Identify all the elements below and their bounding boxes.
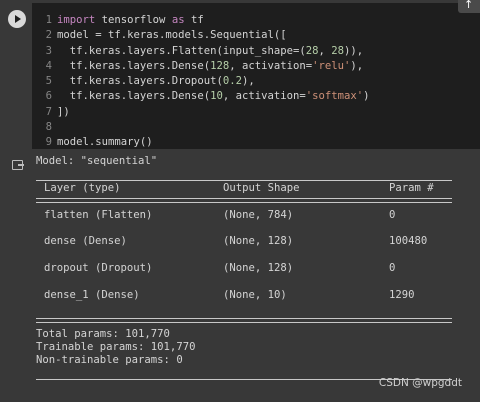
keyword: as xyxy=(171,14,185,26)
watermark: CSDN @wpgddt xyxy=(378,377,462,389)
double-divider xyxy=(36,198,452,203)
line-number: 9 xyxy=(45,136,52,149)
number-literal: 28 xyxy=(305,44,319,57)
play-icon xyxy=(15,15,21,23)
code-line-6: 6 tf.keras.layers.Dense(10, activation='… xyxy=(32,89,370,104)
code-line-5: 5 tf.keras.layers.Dropout(0.2), xyxy=(32,74,370,89)
number-literal: 10 xyxy=(210,90,223,103)
line-number: 5 xyxy=(45,75,52,88)
line-number: 1 xyxy=(45,14,52,26)
row-shape: (None, 784) xyxy=(223,209,294,221)
code-editor[interactable]: 1 import tensorflow as tf 2 model = tf.ker… xyxy=(32,3,480,149)
row-param: 100480 xyxy=(389,235,428,247)
header-shape: Output Shape xyxy=(223,182,300,194)
number-literal: 128 xyxy=(210,59,230,72)
line-number: 2 xyxy=(45,29,52,42)
total-params: Total params: 101,770 xyxy=(36,328,170,340)
code-text: tf.keras.layers.Flatten(input_shape=( xyxy=(57,44,306,57)
code-line-2: 2 model = tf.keras.models.Sequential([ xyxy=(32,28,370,43)
row-layer: dropout (Dropout) xyxy=(44,262,153,274)
line-number: 3 xyxy=(45,44,52,57)
row-param: 0 xyxy=(389,262,396,274)
code-text: model.summary() xyxy=(57,136,153,149)
code-text: tf.keras.layers.Dense( xyxy=(57,59,211,72)
run-cell-button[interactable] xyxy=(8,10,26,28)
output-toggle-icon[interactable] xyxy=(12,160,24,170)
row-shape: (None, 10) xyxy=(223,289,287,301)
code-text: , xyxy=(318,44,332,57)
code-text: tf.keras.layers.Dropout( xyxy=(57,75,223,88)
code-text: ]) xyxy=(57,105,70,118)
row-param: 1290 xyxy=(389,289,415,301)
code-text: ), xyxy=(241,75,255,88)
code-text: , activation= xyxy=(222,90,306,103)
model-name-line: Model: "sequential" xyxy=(36,155,158,167)
code-cell[interactable]: 1 import tensorflow as tf 2 model = tf.ker… xyxy=(0,0,480,151)
row-param: 0 xyxy=(389,209,396,221)
string-literal: 'softmax' xyxy=(305,90,364,103)
code-line-4: 4 tf.keras.layers.Dense(128, activation=… xyxy=(32,59,370,74)
line-number: 4 xyxy=(45,59,52,72)
code-text: tf xyxy=(184,14,204,26)
line-number: 8 xyxy=(45,121,52,134)
line-number: 7 xyxy=(45,105,52,118)
string-literal: 'relu' xyxy=(312,59,351,72)
row-layer: dense (Dense) xyxy=(44,235,127,247)
scroll-to-top-button[interactable]: ↑ xyxy=(458,0,480,13)
code-text: ), xyxy=(350,59,364,72)
number-literal: 0.2 xyxy=(222,75,242,88)
row-layer: dense_1 (Dense) xyxy=(44,289,140,301)
code-text: , activation= xyxy=(229,59,313,72)
code-text: model = tf.keras.models.Sequential([ xyxy=(57,29,287,42)
code-text: )), xyxy=(344,44,364,57)
arrow-up-icon: ↑ xyxy=(464,0,474,11)
cell-output: Model: "sequential" Layer (type) Output … xyxy=(0,151,480,402)
code-line-7: 7]) xyxy=(32,105,370,120)
code-line-1: 1 import tensorflow as tf xyxy=(32,13,370,28)
code-line-3: 3 tf.keras.layers.Flatten(input_shape=(2… xyxy=(32,44,370,59)
row-shape: (None, 128) xyxy=(223,235,294,247)
row-shape: (None, 128) xyxy=(223,262,294,274)
code-text: ) xyxy=(363,90,370,103)
number-literal: 28 xyxy=(331,44,345,57)
double-divider xyxy=(36,318,452,323)
keyword: import xyxy=(57,14,96,26)
code-line-9: 9 model.summary() xyxy=(32,135,370,150)
code-text: tf.keras.layers.Dense( xyxy=(57,90,211,103)
header-layer: Layer (type) xyxy=(44,182,121,194)
trainable-params: Trainable params: 101,770 xyxy=(36,341,196,353)
divider xyxy=(36,180,452,181)
code-line-8: 8 xyxy=(32,120,370,135)
code-text: tensorflow xyxy=(95,14,172,26)
non-trainable-params: Non-trainable params: 0 xyxy=(36,354,183,366)
row-layer: flatten (Flatten) xyxy=(44,209,153,221)
line-number: 6 xyxy=(45,90,52,103)
code-lines: 1 import tensorflow as tf 2 model = tf.ker… xyxy=(32,13,370,151)
header-param: Param # xyxy=(389,182,434,194)
